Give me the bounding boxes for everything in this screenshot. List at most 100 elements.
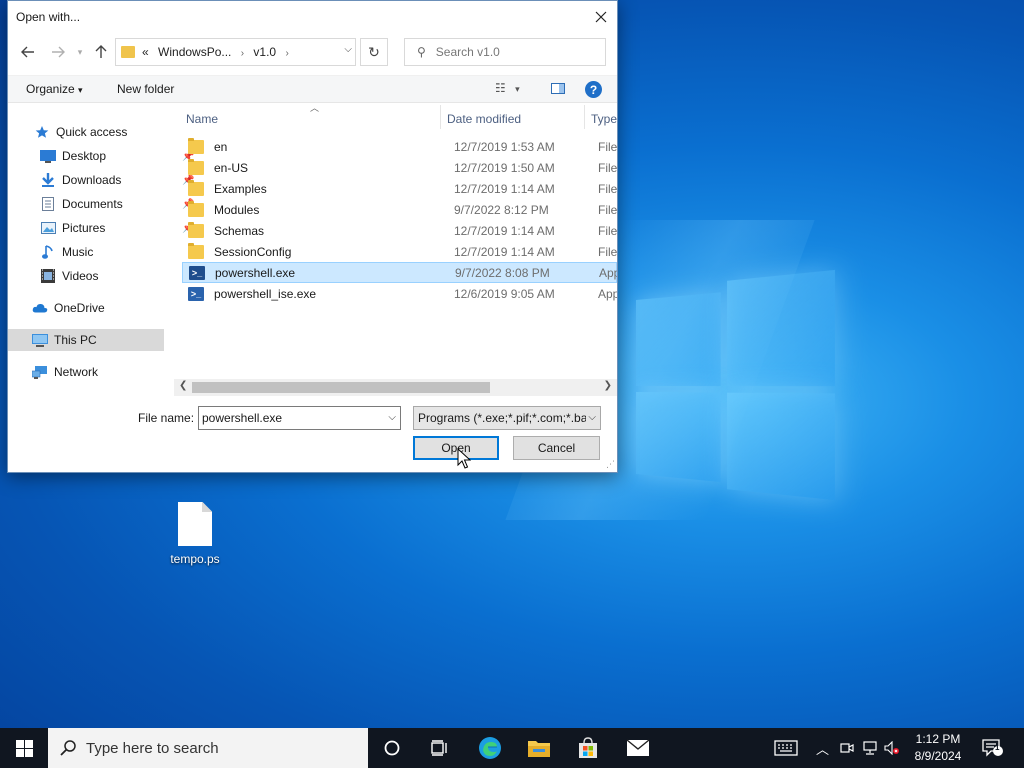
store-bag-icon: [579, 737, 597, 758]
scrollbar-thumb[interactable]: [192, 382, 490, 393]
chevron-right-icon[interactable]: ›: [241, 48, 244, 59]
taskbar-search-box[interactable]: Type here to search: [48, 728, 368, 768]
desktop-file-tempo[interactable]: tempo.ps: [162, 502, 228, 566]
file-row-en-us[interactable]: en-US 12/7/2019 1:50 AM File fo: [182, 157, 617, 178]
command-bar: Organize ▾ New folder ☷ ▾ ?: [8, 75, 617, 103]
nav-item-downloads[interactable]: Downloads 📌: [40, 169, 194, 191]
breadcrumb-overflow[interactable]: «: [142, 45, 149, 59]
clock-date: 8/9/2024: [914, 749, 962, 763]
documents-icon: [40, 197, 56, 211]
file-row-powershell-ise-exe[interactable]: >_ powershell_ise.exe 12/6/2019 9:05 AM …: [182, 283, 617, 304]
keyboard-icon[interactable]: [774, 728, 798, 768]
arrow-left-icon: [21, 46, 34, 58]
task-view-button[interactable]: [416, 728, 464, 768]
file-explorer-button[interactable]: [515, 728, 563, 768]
edge-browser-button[interactable]: [466, 728, 514, 768]
refresh-icon: ↻: [368, 43, 380, 60]
address-row: ▾ « WindowsPo... › v1.0 › ⌵ ↻ ⚲ Search v…: [8, 37, 617, 67]
downloads-icon: [40, 173, 56, 187]
network-status-icon[interactable]: [862, 728, 878, 768]
pictures-icon: [40, 221, 56, 235]
organize-button[interactable]: Organize ▾: [26, 82, 83, 96]
folder-icon: [188, 137, 204, 154]
file-row-en[interactable]: en 12/7/2019 1:53 AM File fo: [182, 136, 617, 157]
up-button[interactable]: [91, 42, 111, 62]
file-type-select[interactable]: Programs (*.exe;*.pif;*.com;*.ba ⌵: [413, 406, 601, 430]
taskbar: Type here to search ︿ 1:12 PM 8/9/2024 1: [0, 728, 1024, 768]
search-icon: [60, 740, 76, 756]
folder-icon: [188, 242, 204, 259]
file-icon: [178, 502, 212, 546]
file-row-examples[interactable]: Examples 12/7/2019 1:14 AM File fo: [182, 178, 617, 199]
scroll-right-icon[interactable]: ❯: [604, 380, 612, 391]
nav-item-desktop[interactable]: Desktop 📌: [40, 145, 194, 167]
address-bar[interactable]: « WindowsPo... › v1.0 › ⌵: [115, 38, 356, 66]
column-header-type[interactable]: Type: [591, 112, 617, 126]
open-button[interactable]: Open: [413, 436, 499, 460]
file-row-modules[interactable]: Modules 9/7/2022 8:12 PM File fo: [182, 199, 617, 220]
resize-grip-icon[interactable]: ⋰: [606, 459, 615, 470]
dialog-title: Open with...: [16, 9, 81, 24]
column-divider[interactable]: [584, 105, 585, 129]
chevron-down-icon[interactable]: ⌵: [388, 412, 396, 423]
new-folder-button[interactable]: New folder: [117, 82, 174, 96]
dialog-titlebar[interactable]: Open with...: [8, 1, 617, 32]
help-icon[interactable]: ?: [585, 81, 602, 98]
forward-button[interactable]: [48, 42, 68, 62]
mail-button[interactable]: [614, 728, 662, 768]
file-row-sessionconfig[interactable]: SessionConfig 12/7/2019 1:14 AM File fo: [182, 241, 617, 262]
nav-item-onedrive[interactable]: OneDrive: [32, 297, 105, 319]
navigation-pane: Quick access Desktop 📌 Downloads 📌 Docum…: [8, 119, 194, 383]
column-divider[interactable]: [440, 105, 441, 129]
folder-icon: [121, 46, 135, 58]
recent-locations-button[interactable]: ▾: [70, 42, 90, 62]
chevron-down-icon[interactable]: ⌵: [586, 412, 596, 423]
column-header-date-modified[interactable]: Date modified: [447, 112, 521, 126]
nav-item-videos[interactable]: Videos: [40, 265, 98, 287]
search-placeholder: Search v1.0: [435, 45, 500, 59]
nav-item-documents[interactable]: Documents 📌: [40, 193, 194, 215]
scroll-left-icon[interactable]: ❮: [179, 380, 187, 391]
folder-icon: [188, 200, 204, 217]
file-name-input[interactable]: powershell.exe ⌵: [198, 406, 401, 430]
notification-icon: [982, 739, 1003, 757]
start-button[interactable]: [0, 728, 48, 768]
refresh-button[interactable]: ↻: [360, 38, 388, 66]
address-dropdown-icon[interactable]: ⌵: [344, 44, 352, 55]
edge-icon: [479, 737, 501, 759]
nav-item-music[interactable]: Music: [40, 241, 93, 263]
column-header-name[interactable]: Name: [186, 112, 218, 126]
powershell-ise-icon: >_: [188, 286, 204, 301]
action-center-button[interactable]: 1: [982, 728, 1004, 768]
taskbar-clock[interactable]: 1:12 PM 8/9/2024: [902, 731, 974, 765]
search-input[interactable]: ⚲ Search v1.0: [404, 38, 606, 66]
cancel-button[interactable]: Cancel: [513, 436, 600, 460]
chevron-right-icon[interactable]: ›: [285, 48, 288, 59]
store-button[interactable]: [564, 728, 612, 768]
arrow-right-icon: [52, 46, 65, 58]
desktop-icon: [40, 149, 56, 163]
horizontal-scrollbar[interactable]: ❮ ❯: [174, 379, 617, 396]
preview-pane-icon[interactable]: [551, 83, 565, 94]
file-row-powershell-exe[interactable]: >_ powershell.exe 9/7/2022 8:08 PM Appli: [182, 262, 617, 283]
change-view-button[interactable]: ☷ ▾: [495, 81, 529, 97]
close-icon: [595, 11, 607, 22]
close-button[interactable]: [585, 2, 617, 32]
pc-icon: [32, 333, 48, 347]
back-button[interactable]: [18, 42, 38, 62]
chevron-up-icon: ︿: [816, 741, 830, 757]
meet-now-icon[interactable]: [840, 728, 854, 768]
open-with-dialog: Open with... ▾ « WindowsPo... › v1.0 › ⌵…: [7, 0, 618, 473]
volume-muted-icon[interactable]: [884, 728, 900, 768]
nav-item-network[interactable]: Network: [32, 361, 98, 383]
cortana-button[interactable]: [368, 728, 416, 768]
powershell-icon: >_: [189, 265, 205, 280]
breadcrumb-item-v1[interactable]: v1.0: [253, 45, 276, 59]
nav-item-this-pc[interactable]: This PC: [8, 329, 164, 351]
show-hidden-icons-button[interactable]: ︿: [816, 728, 829, 768]
breadcrumb-item-windowspowershell[interactable]: WindowsPo...: [158, 45, 231, 59]
nav-item-pictures[interactable]: Pictures 📌: [40, 217, 194, 239]
file-row-schemas[interactable]: Schemas 12/7/2019 1:14 AM File fo: [182, 220, 617, 241]
nav-item-quick-access[interactable]: Quick access: [34, 121, 127, 143]
windows-start-icon: [15, 739, 33, 757]
